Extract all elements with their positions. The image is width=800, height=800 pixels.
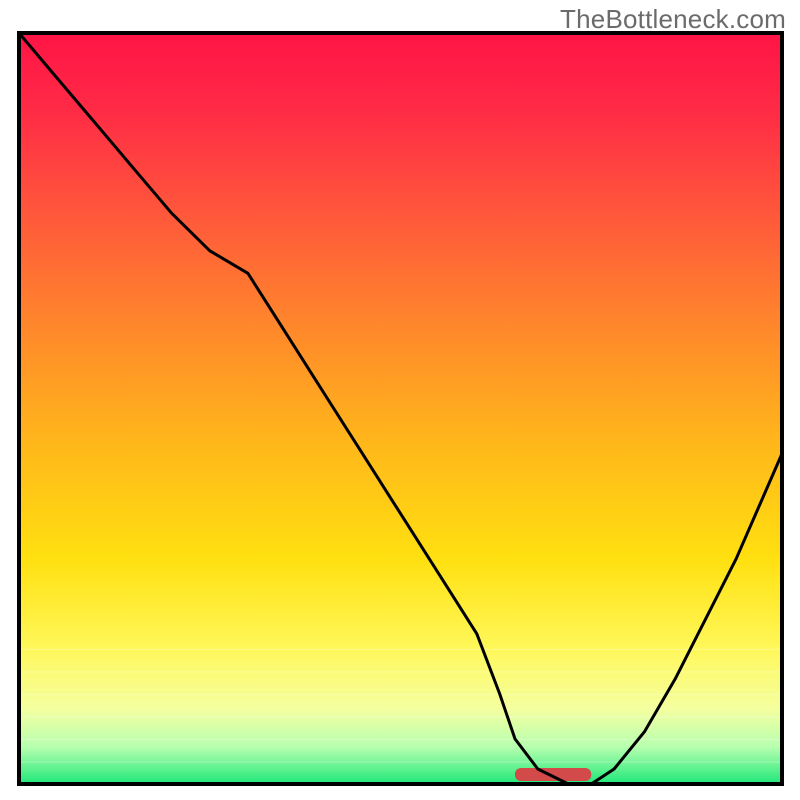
watermark-text: TheBottleneck.com: [560, 4, 786, 35]
band-line: [19, 716, 782, 717]
band-line: [19, 671, 782, 672]
band-line: [19, 761, 782, 762]
band-line: [19, 649, 782, 650]
band-line: [19, 739, 782, 740]
chart-container: TheBottleneck.com: [0, 0, 800, 800]
bottleneck-chart: [0, 0, 800, 800]
optimum-marker: [515, 768, 591, 781]
